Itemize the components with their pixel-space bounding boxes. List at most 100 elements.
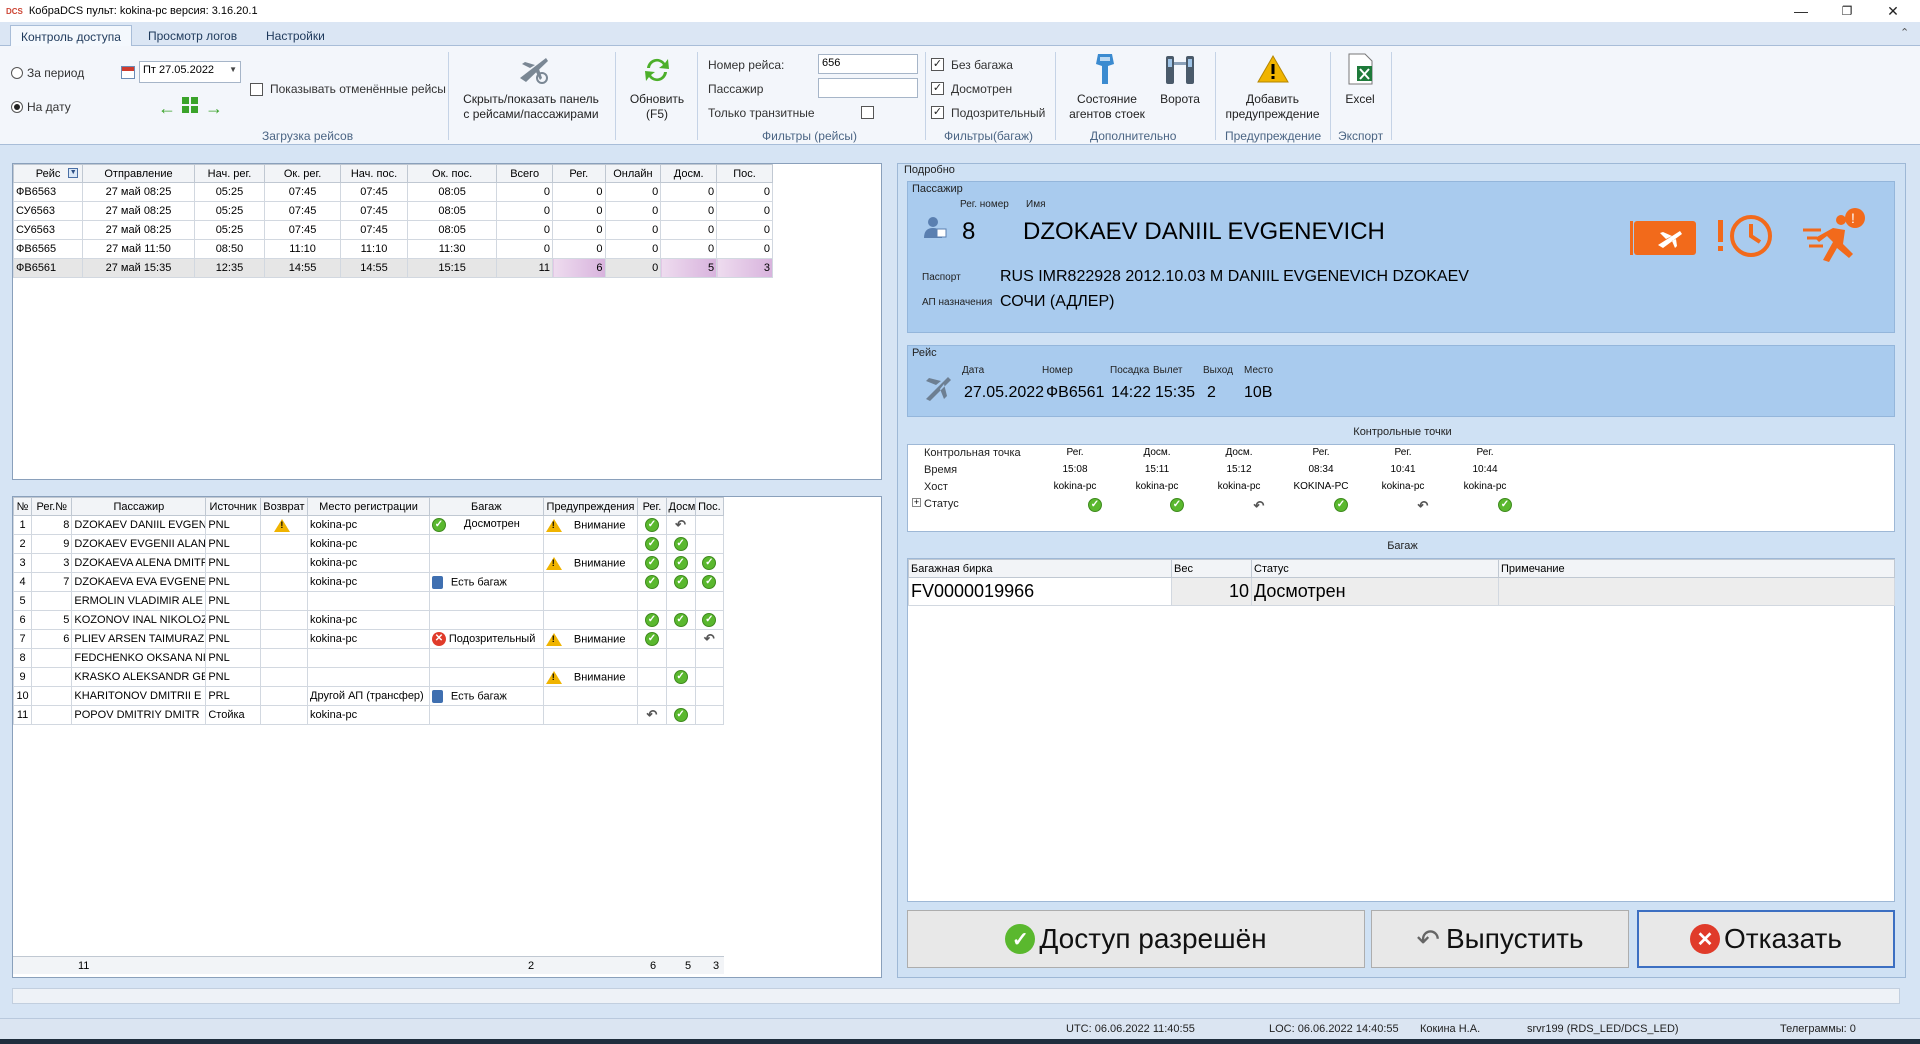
toggle-panel-button[interactable]: Скрыть/показать панель с рейсами/пассажи… — [456, 52, 606, 127]
passengers-col-header[interactable]: Пос. — [694, 497, 725, 516]
passengers-col-header[interactable]: Возврат — [259, 497, 309, 516]
flights-col-header[interactable]: Пос. — [716, 164, 773, 183]
passport-value: RUS IMR822928 2012.10.03 M DANIIL EVGENE… — [1000, 268, 1469, 285]
flight-row[interactable]: СУ6563 27 май 08:25 05:25 07:45 07:45 08:05 0 0… — [12, 220, 773, 240]
flights-col-header[interactable]: Ок. пос. — [406, 164, 498, 183]
flight-cell: 05:25 — [193, 182, 266, 202]
flight-row[interactable]: СУ6563 27 май 08:25 05:25 07:45 07:45 08:05 0 0… — [12, 201, 773, 221]
tab-logs[interactable]: Просмотр логов — [138, 25, 247, 46]
passenger-src-cell: PNL — [205, 648, 261, 668]
filter-icon[interactable]: ▼ — [68, 168, 79, 178]
flights-col-header[interactable]: Всего — [496, 164, 554, 183]
arrow-left-icon[interactable]: ← — [158, 98, 176, 119]
filters-flights-label: Фильтры (рейсы) — [762, 129, 857, 143]
flight-row[interactable]: ФВ6565 27 май 11:50 08:50 11:10 11:10 11:30 0 0… — [12, 239, 773, 259]
flights-col-header[interactable]: Нач. пос. — [340, 164, 408, 183]
baggage-col-header[interactable]: Вес — [1171, 559, 1252, 578]
flight-no-input[interactable]: 656 — [818, 54, 918, 74]
suspicious-checkbox[interactable]: ✓ — [931, 106, 944, 119]
undo-icon: ↶ — [703, 631, 715, 646]
passenger-r-cell — [637, 667, 667, 687]
passenger-ret-cell — [259, 629, 309, 649]
passenger-row[interactable]: 18DZOKAEV DANIIL EVGENPNLkokina-pc✓Досмо… — [12, 515, 725, 535]
passenger-row[interactable]: 33DZOKAEVA ALENA DMITRPNLkokina-pc Внима… — [12, 553, 725, 573]
baggage-row[interactable]: FV0000019966 10 Досмотрен — [908, 577, 1895, 606]
check-circle-icon: ✓ — [644, 613, 659, 627]
passengers-col-header[interactable]: Досм. — [665, 497, 696, 516]
flights-col-header[interactable]: Нач. рег. — [193, 164, 266, 183]
allow-access-button[interactable]: ✓ Доступ разрешён — [907, 910, 1365, 968]
passenger-reg-cell: 7 — [31, 572, 73, 592]
bag-status-text: Досмотрен — [463, 518, 520, 530]
expand-icon[interactable]: + — [912, 498, 921, 507]
flight-row[interactable]: ФВ6563 27 май 08:25 05:25 07:45 07:45 08:05 0 0… — [12, 182, 773, 202]
release-button[interactable]: ↶ Выпустить — [1371, 910, 1629, 968]
cp-row-label-host: Хост — [924, 481, 948, 493]
grid-icon[interactable] — [182, 97, 198, 113]
passengers-col-header[interactable]: Рег. — [637, 497, 667, 516]
gates-button[interactable]: Ворота — [1155, 52, 1205, 127]
checkpoint-type: Рег. — [1394, 447, 1412, 458]
passenger-row[interactable]: 2 9 DZOKAEV EVGENII ALAN PNL kokina-pc ✓ ✓ — [12, 534, 725, 554]
passenger-n-cell: 5 — [12, 591, 33, 611]
passenger-row[interactable]: 9 KRASKO ALEKSANDR GENPNL Внимание ✓ — [12, 667, 725, 687]
passengers-col-header[interactable]: Рег.№ — [31, 497, 73, 516]
no-bag-checkbox[interactable]: ✓ — [931, 58, 944, 71]
passengers-col-header[interactable]: Пассажир — [71, 497, 207, 516]
flight-cell: 27 май 15:35 — [82, 258, 195, 278]
baggage-col-header[interactable]: Примечание — [1498, 559, 1895, 578]
details-panel: Подробно Пассажир Рег. номер Имя 8 DZOKA… — [897, 163, 1906, 978]
flights-col-header[interactable]: Досм. — [660, 164, 718, 183]
flights-col-header[interactable]: Ок. рег. — [264, 164, 341, 183]
minimize-button[interactable]: — — [1778, 0, 1824, 22]
passengers-col-header[interactable]: Место регистрации — [307, 497, 430, 516]
transit-checkbox[interactable] — [861, 106, 874, 119]
flights-col-header[interactable]: Рег. — [552, 164, 606, 183]
flights-col-header[interactable]: Рейс ▼ — [12, 164, 84, 183]
flight-cell: 0 — [660, 201, 718, 221]
passenger-row[interactable]: 6 5 KOZONOV INAL NIKOLOZ PNL kokina-pc ✓ ✓ ✓ — [12, 610, 725, 630]
passenger-row[interactable]: 7 6 PLIEV ARSEN TAIMURAZ PNL kokina-pc ✕ Подоз… — [12, 629, 725, 649]
baggage-col-header[interactable]: Статус — [1251, 559, 1499, 578]
excel-button[interactable]: Excel — [1335, 52, 1385, 127]
check-circle-icon: ✓ — [1170, 498, 1184, 512]
arrow-right-icon[interactable]: → — [205, 98, 223, 119]
deny-button[interactable]: ✕ Отказать — [1637, 910, 1895, 968]
passenger-row[interactable]: 5 ERMOLIN VLADIMIR ALE PNL — [12, 591, 725, 611]
passenger-src-cell: PNL — [205, 534, 261, 554]
bottom-scrollbar[interactable] — [12, 988, 1900, 1004]
suitcase-icon — [431, 575, 443, 589]
passenger-row[interactable]: 11 POPOV DMITRIY DMITR Стойка kokina-pc ↶ ✓ — [12, 705, 725, 725]
calendar-icon[interactable] — [121, 66, 135, 79]
passenger-p-cell: ↶ — [694, 629, 725, 649]
passengers-col-header[interactable]: Источник — [205, 497, 261, 516]
passengers-col-header[interactable]: Предупреждения — [542, 497, 639, 516]
flights-col-header[interactable]: Отправление — [82, 164, 195, 183]
flights-table: Рейс ▼ Отправление Нач. рег. Ок. рег. Нач. по… — [12, 164, 773, 278]
baggage-col-header[interactable]: Багажная бирка — [908, 559, 1172, 578]
agents-state-button[interactable]: Состояние агентов стоек — [1062, 52, 1152, 127]
flight-cell: 12:35 — [193, 258, 266, 278]
inspected-checkbox[interactable]: ✓ — [931, 82, 944, 95]
period-radio[interactable] — [11, 67, 23, 79]
ribbon-collapse-icon[interactable]: ⌃ — [1900, 26, 1909, 39]
passenger-r-cell: ✓ — [637, 629, 667, 649]
passengers-col-header[interactable]: № — [12, 497, 33, 516]
flight-row[interactable]: ФВ6561 27 май 15:35 12:35 14:55 14:55 15:15 11… — [12, 258, 773, 278]
show-cancelled-checkbox[interactable] — [250, 83, 263, 96]
passenger-filter-input[interactable] — [818, 78, 918, 98]
passenger-row[interactable]: 4 7 DZOKAEVA EVA EVGENEV PNL kokina-pc Есть б… — [12, 572, 725, 592]
flights-col-header[interactable]: Онлайн — [604, 164, 662, 183]
destination-value: СОЧИ (АДЛЕР) — [1000, 293, 1115, 310]
passenger-row[interactable]: 8 FEDCHENKO OKSANA NIK PNL — [12, 648, 725, 668]
tab-access-control[interactable]: Контроль доступа — [10, 25, 132, 46]
close-button[interactable]: ✕ — [1870, 0, 1916, 22]
passengers-col-header[interactable]: Багаж — [428, 497, 544, 516]
add-warning-button[interactable]: Добавить предупреждение — [1220, 52, 1325, 127]
tab-settings[interactable]: Настройки — [256, 25, 335, 46]
date-picker[interactable]: Пт 27.05.2022 ▼ — [139, 61, 241, 83]
restore-button[interactable]: ❐ — [1824, 0, 1870, 22]
passenger-row[interactable]: 10 KHARITONOV DMITRII E PRL Другой АП (тран… — [12, 686, 725, 706]
date-radio[interactable] — [11, 101, 23, 113]
refresh-button[interactable]: Обновить (F5) — [622, 52, 692, 127]
